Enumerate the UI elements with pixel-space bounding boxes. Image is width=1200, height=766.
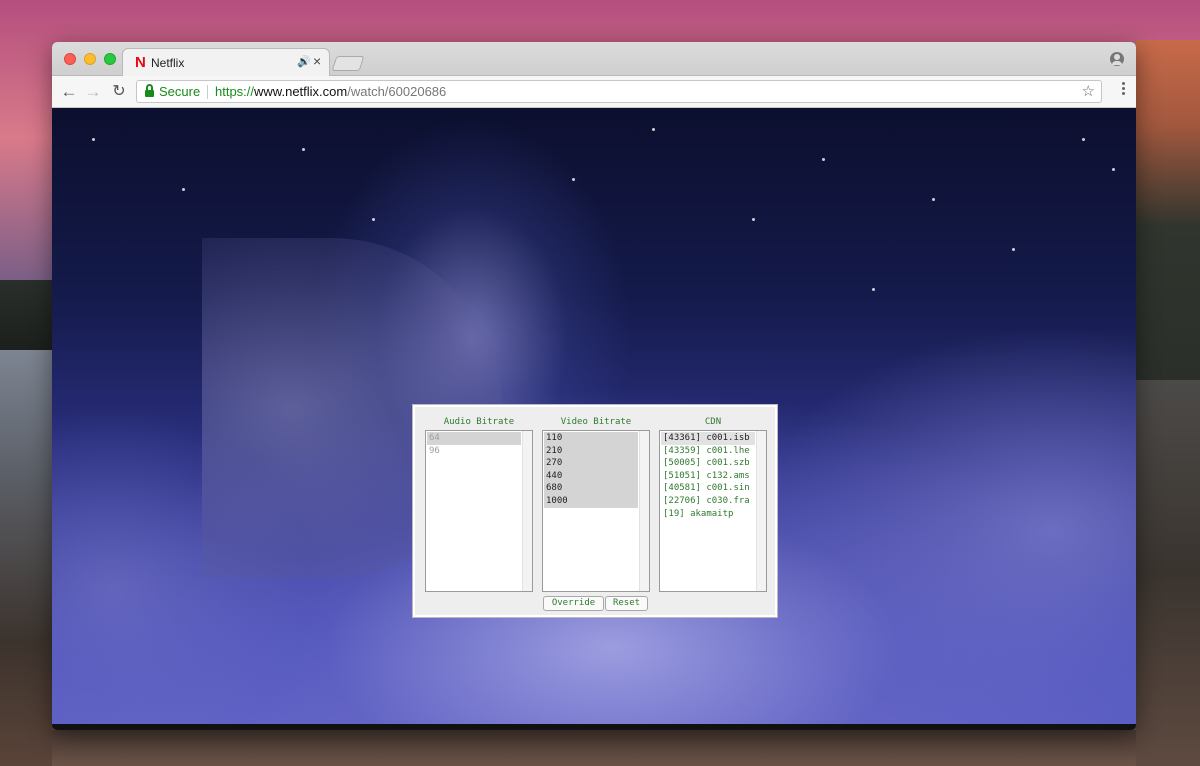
video-bitrate-option[interactable]: 680 (544, 482, 638, 495)
audio-bitrate-listbox[interactable]: 64 96 (425, 430, 533, 592)
tab-close-icon[interactable]: × (313, 53, 321, 69)
video-bitrate-option[interactable]: 1000 (544, 494, 638, 508)
video-star (1082, 138, 1085, 141)
cdn-option[interactable]: [40581] c001.sin (661, 482, 755, 495)
video-bitrate-option[interactable]: 210 (544, 444, 638, 458)
tab-bar: N Netflix 🔊 × (52, 42, 1136, 76)
window-maximize-button[interactable] (104, 53, 116, 65)
video-star (92, 138, 95, 141)
new-tab-button[interactable] (331, 56, 365, 71)
cdn-option[interactable]: [43361] c001.isb (661, 432, 755, 445)
video-star (822, 158, 825, 161)
audio-bitrate-option[interactable]: 64 (427, 432, 521, 445)
video-star (1112, 168, 1115, 171)
address-bar[interactable]: Secure https://www.netflix.com/watch/600… (136, 80, 1102, 103)
desktop-wallpaper-shore (52, 730, 1136, 766)
video-bitrate-option[interactable]: 110 (544, 432, 638, 445)
window-close-button[interactable] (64, 53, 76, 65)
tab-netflix[interactable]: N Netflix 🔊 × (122, 48, 330, 76)
video-bottom-bar (52, 724, 1136, 730)
cdn-option[interactable]: [22706] c030.fra (661, 495, 755, 508)
video-star (872, 288, 875, 291)
video-star (932, 198, 935, 201)
video-player[interactable]: Audio Bitrate 64 96 Video Bitrate 110 210 2… (52, 108, 1136, 730)
video-bitrate-label: Video Bitrate (560, 417, 632, 427)
browser-toolbar: ← → ↻ Secure https://www.netflix.com/wat… (52, 76, 1136, 108)
lock-icon[interactable] (145, 84, 154, 97)
override-button[interactable]: Override (543, 596, 604, 611)
video-star (652, 128, 655, 131)
video-star (752, 218, 755, 221)
audio-bitrate-options: 64 96 (427, 432, 521, 457)
tab-title: Netflix (151, 56, 185, 70)
arrow-right-icon[interactable]: → (82, 81, 104, 103)
reload-icon[interactable]: ↻ (108, 81, 130, 103)
cdn-option[interactable]: [51051] c132.ams (661, 470, 755, 483)
video-star (302, 148, 305, 151)
netflix-logo-icon: N (135, 54, 146, 71)
window-minimize-button[interactable] (84, 53, 96, 65)
secure-label[interactable]: Secure (159, 84, 200, 99)
cdn-options: [43361] c001.isb [43359] c001.lhe [50005] … (661, 432, 755, 520)
cdn-listbox[interactable]: [43361] c001.isb [43359] c001.lhe [50005] … (659, 430, 767, 592)
cdn-label: CDN (704, 417, 722, 427)
video-bitrate-option[interactable]: 270 (544, 457, 638, 470)
url-text[interactable]: https://www.netflix.com/watch/60020686 (215, 84, 446, 99)
video-star (1012, 248, 1015, 251)
desktop-wallpaper-lake-right (1136, 380, 1200, 766)
desktop-wallpaper-lake-left (0, 350, 52, 766)
video-bitrate-option[interactable]: 440 (544, 469, 638, 483)
audio-bitrate-option[interactable]: 96 (427, 445, 521, 458)
video-star (572, 178, 575, 181)
reset-button[interactable]: Reset (605, 596, 648, 611)
url-path: /watch/60020686 (347, 84, 447, 99)
kebab-menu-icon[interactable] (1122, 82, 1126, 102)
address-separator (207, 85, 208, 99)
url-host: www.netflix.com (254, 84, 348, 99)
video-star (372, 218, 375, 221)
browser-window: N Netflix 🔊 × ← → ↻ Secure https://www.n… (52, 42, 1136, 730)
video-bitrate-options: 110 210 270 440 680 1000 (544, 432, 638, 508)
cdn-scrollbar[interactable] (756, 431, 766, 591)
cdn-option[interactable]: [50005] c001.szb (661, 457, 755, 470)
bookmark-star-icon[interactable]: ☆ (1082, 82, 1095, 100)
stream-manager-panel: Audio Bitrate 64 96 Video Bitrate 110 210 2… (413, 405, 777, 617)
arrow-left-icon[interactable]: ← (58, 81, 80, 103)
speaker-icon[interactable]: 🔊 (297, 55, 311, 68)
audio-bitrate-label: Audio Bitrate (443, 417, 515, 427)
cdn-option[interactable]: [43359] c001.lhe (661, 445, 755, 458)
audio-scrollbar[interactable] (522, 431, 532, 591)
desktop-wallpaper-trees (0, 280, 52, 350)
video-star (182, 188, 185, 191)
cdn-option[interactable]: [19] akamaitp (661, 508, 755, 521)
desktop-wallpaper-mountain (1136, 40, 1200, 380)
video-scrollbar[interactable] (639, 431, 649, 591)
profile-icon[interactable] (1110, 52, 1124, 66)
url-scheme: https:// (215, 84, 255, 99)
video-bitrate-listbox[interactable]: 110 210 270 440 680 1000 (542, 430, 650, 592)
